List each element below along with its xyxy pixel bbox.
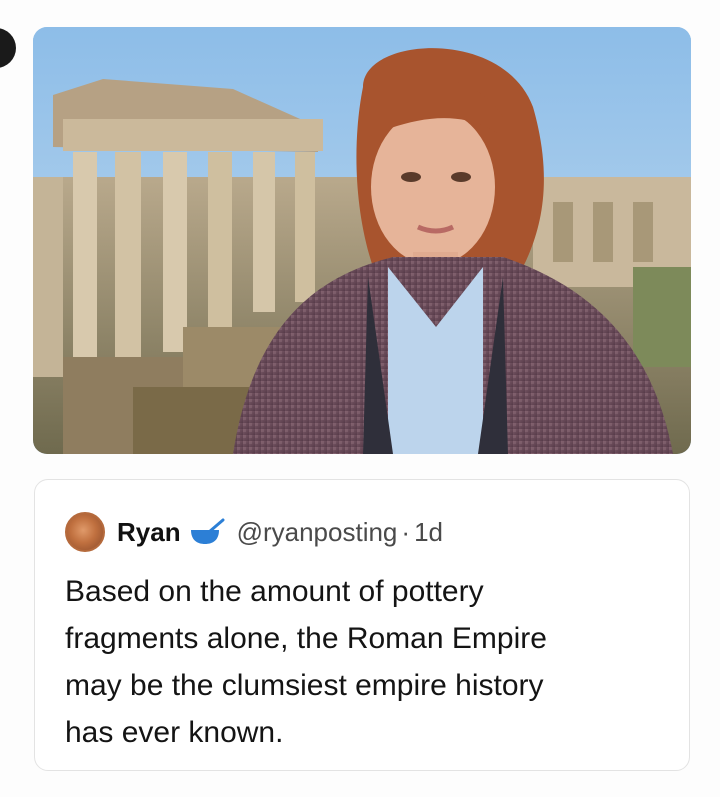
quoted-tweet-card[interactable]: Ryan @ryanposting · 1d Based on the amou…: [34, 479, 690, 771]
tweet-text-line: has ever known.: [65, 716, 284, 749]
user-avatar[interactable]: [65, 512, 105, 552]
meme-post: Ryan @ryanposting · 1d Based on the amou…: [0, 0, 720, 797]
trees: [633, 267, 691, 367]
tweet-timestamp[interactable]: 1d: [414, 517, 443, 548]
tweet-header: Ryan @ryanposting · 1d: [65, 512, 443, 552]
tweet-text-line: Based on the amount of pottery: [65, 575, 484, 608]
photo-card[interactable]: [33, 27, 691, 454]
separator-dot: ·: [401, 516, 411, 547]
display-name[interactable]: Ryan: [117, 517, 181, 548]
reporter-photo: [33, 27, 691, 454]
tweet-text-line: may be the clumsiest empire history: [65, 669, 544, 702]
tweet-text-line: fragments alone, the Roman Empire: [65, 622, 547, 655]
bowl-spoon-icon: [190, 518, 225, 544]
partial-avatar[interactable]: [0, 28, 16, 68]
user-handle[interactable]: @ryanposting: [237, 517, 398, 548]
face: [371, 109, 495, 265]
tweet-text: Based on the amount of pottery fragments…: [65, 568, 665, 756]
